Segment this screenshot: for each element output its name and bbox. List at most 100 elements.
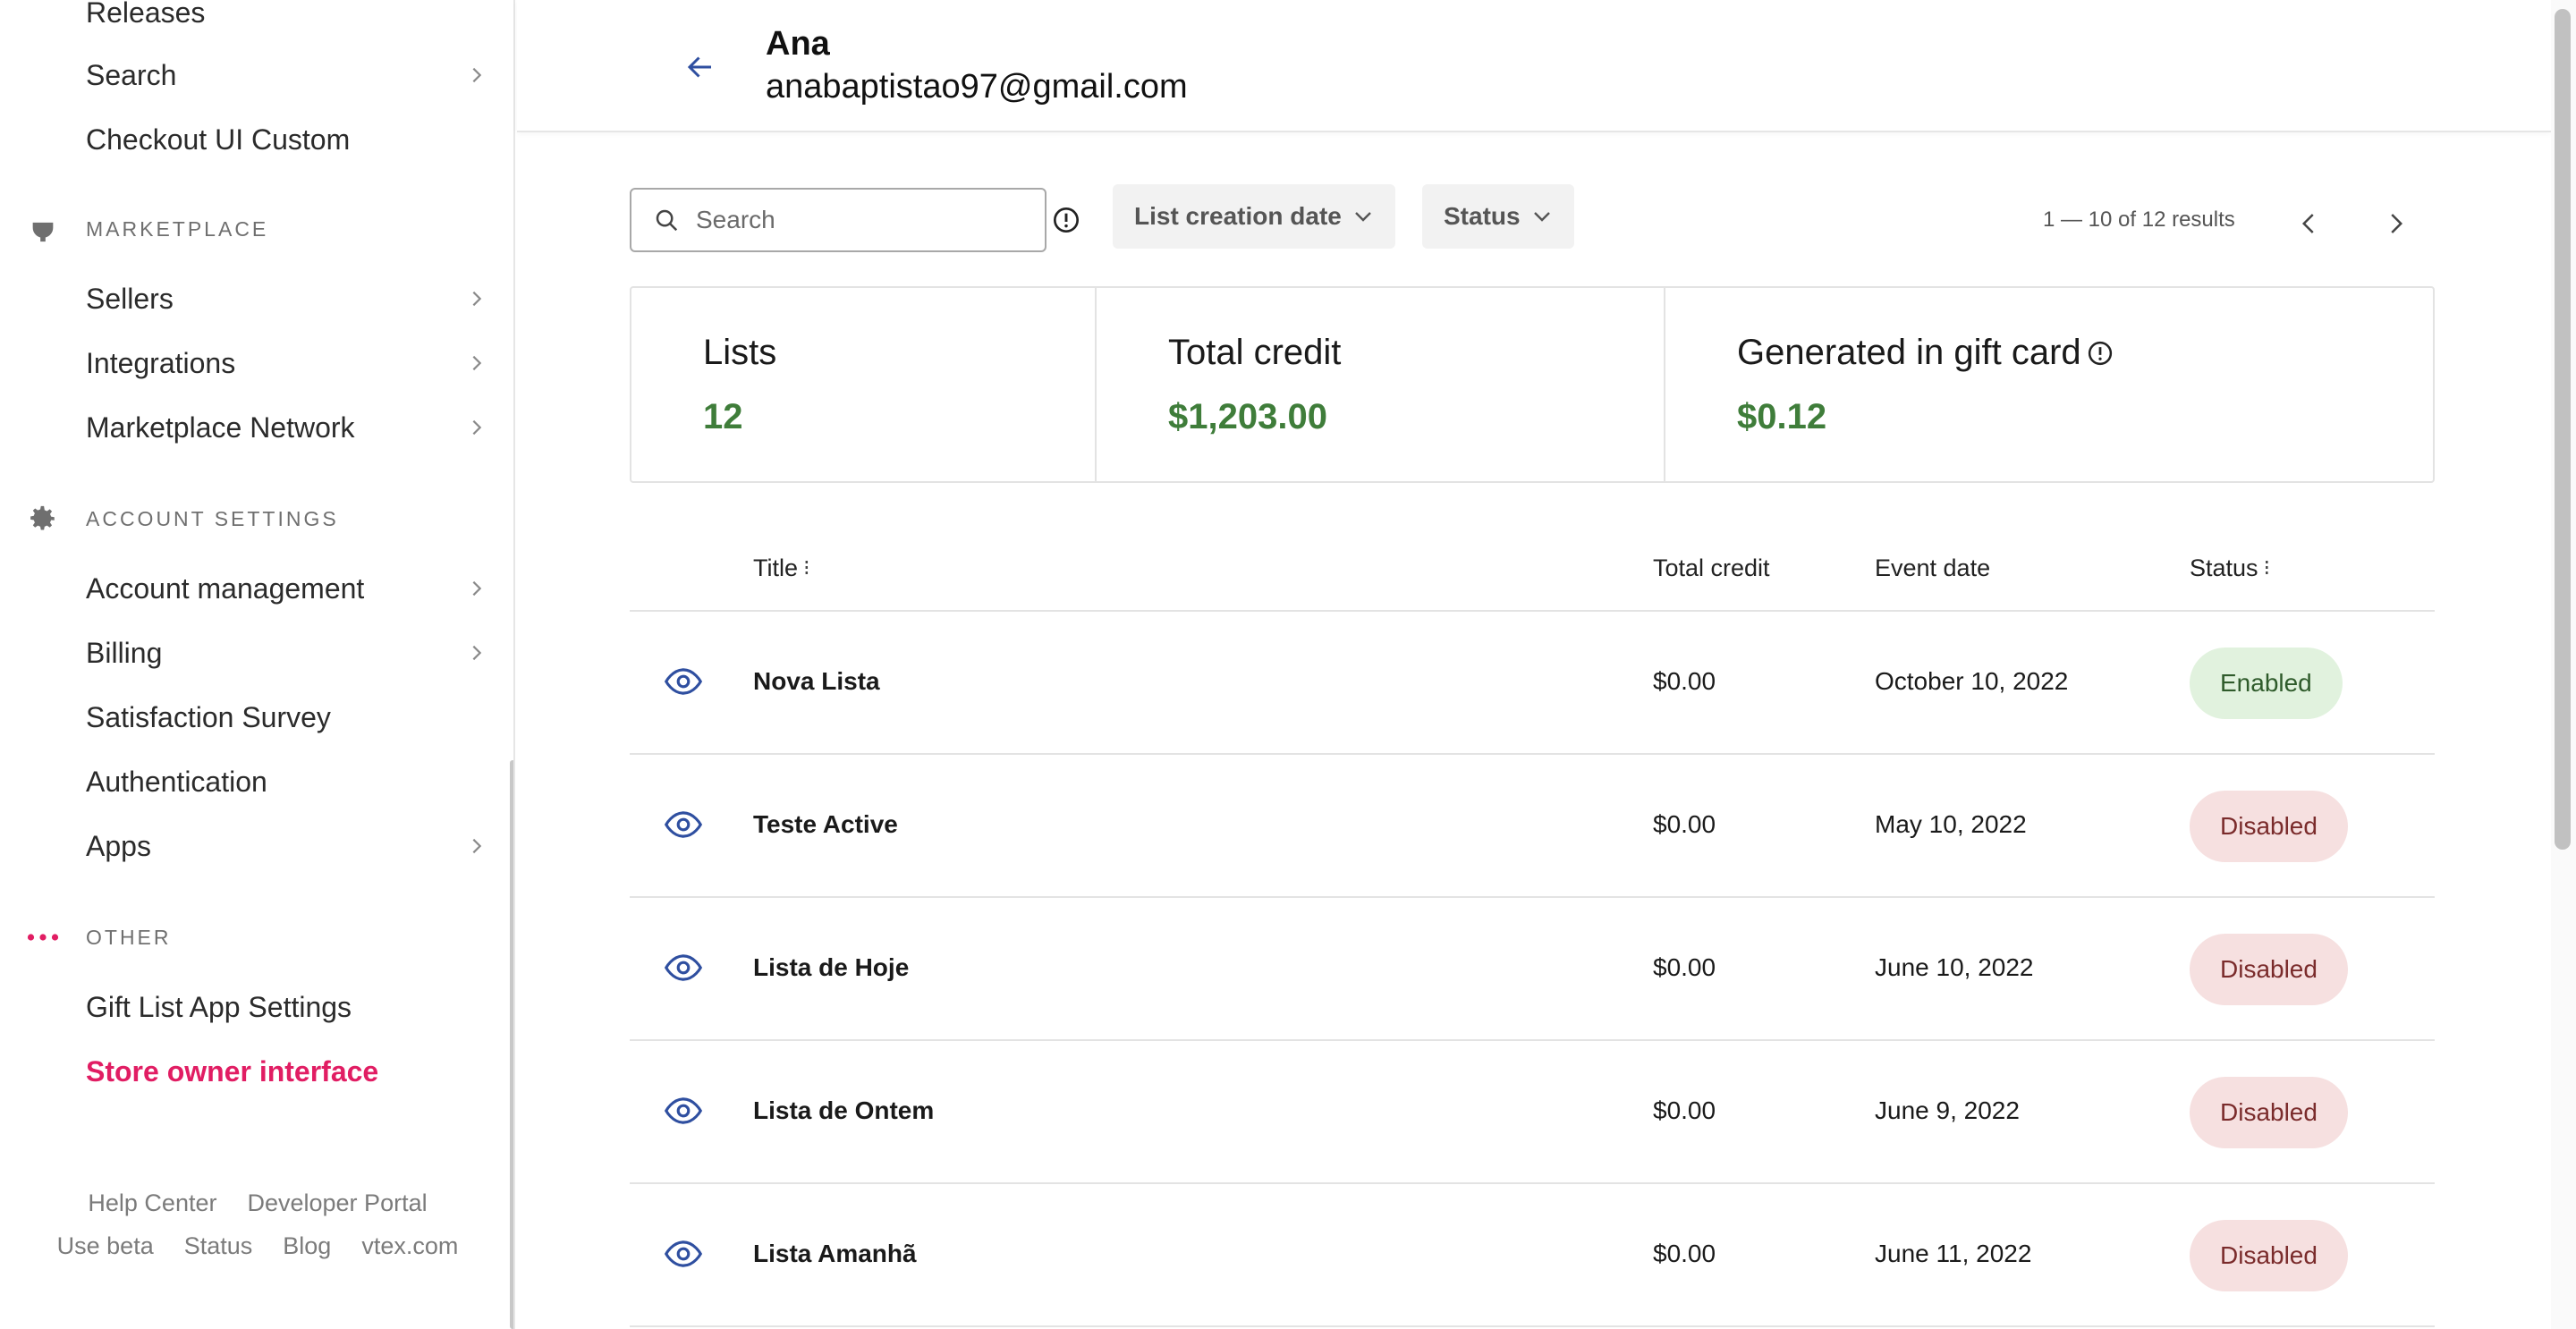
sidebar-item-integrations[interactable]: Integrations [86,336,488,390]
chevron-right-icon [465,63,488,87]
chevron-right-icon [465,416,488,439]
row-total-credit: $0.00 [1653,1240,1716,1267]
table-row[interactable]: Lista de Ontem $0.00 June 9, 2022 Disabl… [630,1041,2435,1184]
developer-portal-link[interactable]: Developer Portal [247,1189,427,1217]
sidebar-scrollbar[interactable] [510,760,513,1329]
sidebar-item-label: Releases [86,0,206,29]
stat-label: Generated in gift card [1737,333,2081,372]
row-total-credit: $0.00 [1653,953,1716,981]
row-total-credit: $0.00 [1653,667,1716,695]
table-header: Title ⁝ Total credit Event date Status ⁝ [630,533,2435,612]
stat-generated-gift-card: Generated in gift card $0.12 [1664,288,2433,481]
results-count: 1 — 10 of 12 results [2043,207,2235,232]
section-title: MARKETPLACE [86,216,269,241]
search-input-wrapper[interactable] [630,188,1046,252]
row-title: Nova Lista [753,667,880,695]
info-icon[interactable] [1052,206,1080,234]
sidebar-item-account-management[interactable]: Account management [86,562,488,615]
next-page-button[interactable] [2374,202,2417,245]
table-row[interactable]: Teste Active $0.00 May 10, 2022 Disabled [630,755,2435,898]
section-title: OTHER [86,925,172,949]
main-content: Ana anabaptistao97@gmail.com List creati… [517,0,2551,1329]
plug-icon [25,211,61,247]
sidebar-footer-links-row2: Use beta Status Blog vtex.com [0,1232,513,1260]
table-row[interactable]: Lista de Hoje $0.00 June 10, 2022 Disabl… [630,898,2435,1041]
status-link[interactable]: Status [184,1232,253,1260]
sidebar-item-billing[interactable]: Billing [86,626,488,680]
stat-value: $1,203.00 [1168,397,1327,436]
view-eye-icon[interactable] [662,807,705,842]
list-creation-date-filter[interactable]: List creation date [1113,184,1395,249]
customer-email: anabaptistao97@gmail.com [766,68,1188,106]
sidebar-item-label: Gift List App Settings [86,990,352,1023]
sidebar-footer-links-row1: Help Center Developer Portal [0,1189,513,1217]
customer-name: Ana [766,25,830,63]
view-eye-icon[interactable] [662,1236,705,1272]
chevron-down-icon [1533,212,1550,222]
sidebar-item-label: Apps [86,829,151,862]
blog-link[interactable]: Blog [283,1232,331,1260]
column-header-status[interactable]: Status ⁝ [2190,554,2270,582]
view-eye-icon[interactable] [662,664,705,699]
chevron-right-icon [465,577,488,600]
sidebar-item-label: Store owner interface [86,1054,379,1088]
row-event-date: June 11, 2022 [1875,1240,2032,1267]
gear-icon [25,501,61,537]
sort-icon: ⁝ [803,556,810,580]
row-total-credit: $0.00 [1653,810,1716,838]
status-filter[interactable]: Status [1422,184,1574,249]
sidebar-item-label: Billing [86,636,163,669]
use-beta-link[interactable]: Use beta [57,1232,154,1260]
chevron-right-icon [2391,214,2403,233]
chevron-right-icon [465,641,488,664]
sidebar-item-apps[interactable]: Apps [86,819,488,873]
status-badge: Disabled [2190,1220,2348,1291]
row-title: Lista Amanhã [753,1240,917,1267]
sidebar-item-checkout-ui-custom[interactable]: Checkout UI Custom [86,113,488,166]
sidebar-item-sellers[interactable]: Sellers [86,272,488,326]
back-button[interactable] [678,45,723,89]
sidebar-item-authentication[interactable]: Authentication [86,755,488,808]
previous-page-button[interactable] [2288,202,2331,245]
view-eye-icon[interactable] [662,1093,705,1129]
sidebar-item-releases[interactable]: Releases [86,0,488,39]
sidebar-item-label: Checkout UI Custom [86,123,351,156]
sidebar-item-label: Integrations [86,346,236,379]
sidebar: Releases Search Checkout UI Custom MARKE… [0,0,515,1329]
column-header-total-credit: Total credit [1653,554,1770,582]
stat-value: 12 [703,397,743,436]
sidebar-item-label: Account management [86,571,365,605]
table-row[interactable]: Nova Lista $0.00 October 10, 2022 Enable… [630,612,2435,755]
sidebar-item-store-owner-interface[interactable]: Store owner interface [86,1045,488,1098]
row-event-date: May 10, 2022 [1875,810,2027,838]
column-header-title[interactable]: Title ⁝ [753,554,810,582]
section-header-marketplace: MARKETPLACE [25,211,268,247]
column-label: Total credit [1653,554,1770,581]
column-label: Status [2190,554,2258,581]
row-event-date: June 9, 2022 [1875,1096,2020,1124]
page-header: Ana anabaptistao97@gmail.com [517,0,2551,132]
sidebar-item-satisfaction-survey[interactable]: Satisfaction Survey [86,690,488,744]
view-eye-icon[interactable] [662,950,705,986]
help-center-link[interactable]: Help Center [88,1189,216,1217]
sort-icon: ⁝ [2263,556,2271,580]
search-input[interactable] [696,206,1036,234]
section-title: ACCOUNT SETTINGS [86,506,339,530]
info-icon[interactable] [2087,340,2114,367]
search-icon [656,209,678,232]
sidebar-item-marketplace-network[interactable]: Marketplace Network [86,401,488,454]
sidebar-item-label: Authentication [86,765,267,798]
column-label: Event date [1875,554,1991,581]
app-root: Releases Search Checkout UI Custom MARKE… [0,0,2576,1329]
row-title: Lista de Hoje [753,953,910,981]
page-scrollbar-thumb[interactable] [2555,9,2571,850]
column-label: Title [753,554,799,581]
row-event-date: October 10, 2022 [1875,667,2069,695]
vtex-link[interactable]: vtex.com [361,1232,458,1260]
status-badge: Disabled [2190,934,2348,1005]
row-total-credit: $0.00 [1653,1096,1716,1124]
table-row[interactable]: Lista Amanhã $0.00 June 11, 2022 Disable… [630,1184,2435,1327]
sidebar-item-gift-list-app-settings[interactable]: Gift List App Settings [86,980,488,1034]
more-dots-icon [25,919,61,955]
sidebar-item-search[interactable]: Search [86,48,488,102]
